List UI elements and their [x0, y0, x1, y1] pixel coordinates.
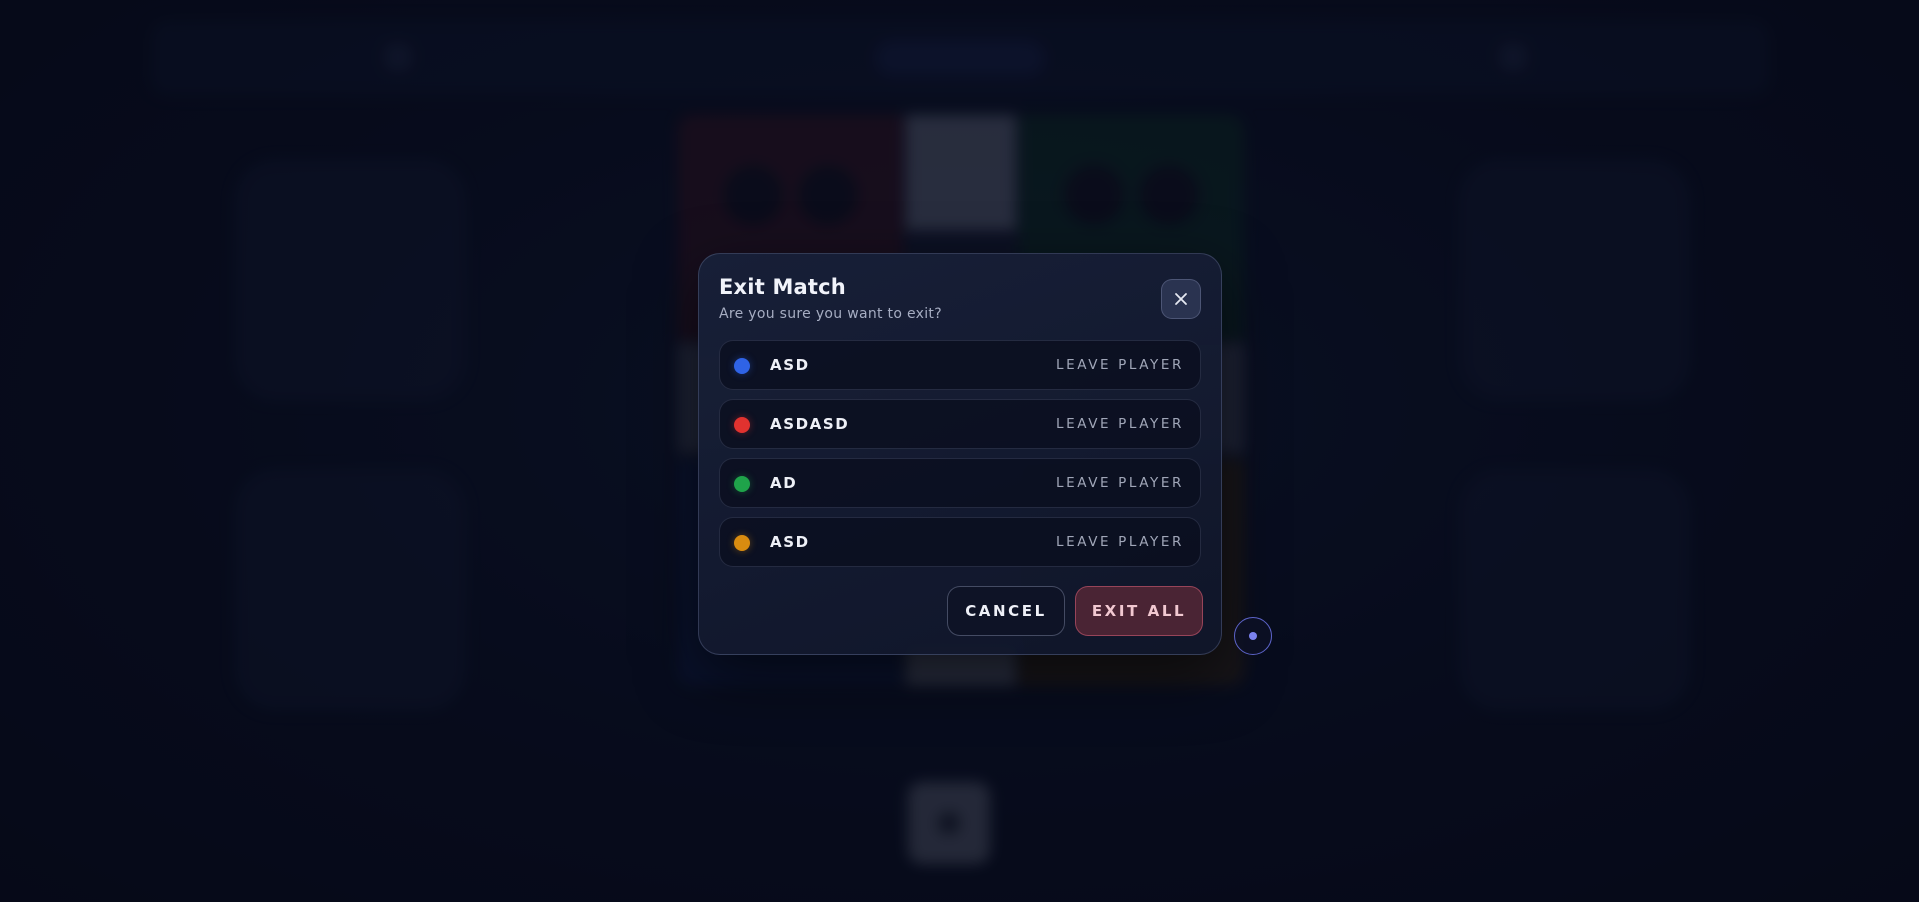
player-color-dot	[734, 358, 750, 374]
player-color-dot	[734, 417, 750, 433]
player-row-yellow: ASD LEAVE PLAYER	[719, 517, 1201, 567]
player-name: AD	[770, 474, 798, 492]
player-name: ASD	[770, 533, 810, 551]
player-row-green: AD LEAVE PLAYER	[719, 458, 1201, 508]
leave-player-button[interactable]: LEAVE PLAYER	[1056, 416, 1184, 432]
player-row-blue: ASD LEAVE PLAYER	[719, 340, 1201, 390]
player-color-dot	[734, 476, 750, 492]
floating-action-indicator[interactable]	[1234, 617, 1272, 655]
leave-player-button[interactable]: LEAVE PLAYER	[1056, 475, 1184, 491]
player-row-red: ASDASD LEAVE PLAYER	[719, 399, 1201, 449]
close-button[interactable]	[1161, 279, 1201, 319]
exit-match-dialog: Exit Match Are you sure you want to exit…	[698, 253, 1222, 655]
cancel-button[interactable]: CANCEL	[947, 586, 1065, 636]
dialog-title: Exit Match	[719, 275, 846, 299]
leave-player-button[interactable]: LEAVE PLAYER	[1056, 534, 1184, 550]
dialog-subtitle: Are you sure you want to exit?	[719, 306, 942, 322]
player-name: ASD	[770, 356, 810, 374]
player-name: ASDASD	[770, 415, 850, 433]
close-icon	[1175, 293, 1187, 305]
game-screen: Exit Match Are you sure you want to exit…	[0, 0, 1919, 902]
exit-all-button[interactable]: EXIT ALL	[1075, 586, 1203, 636]
player-color-dot	[734, 535, 750, 551]
leave-player-button[interactable]: LEAVE PLAYER	[1056, 357, 1184, 373]
indicator-dot-icon	[1249, 632, 1257, 640]
player-list: ASD LEAVE PLAYER ASDASD LEAVE PLAYER AD …	[719, 340, 1201, 576]
